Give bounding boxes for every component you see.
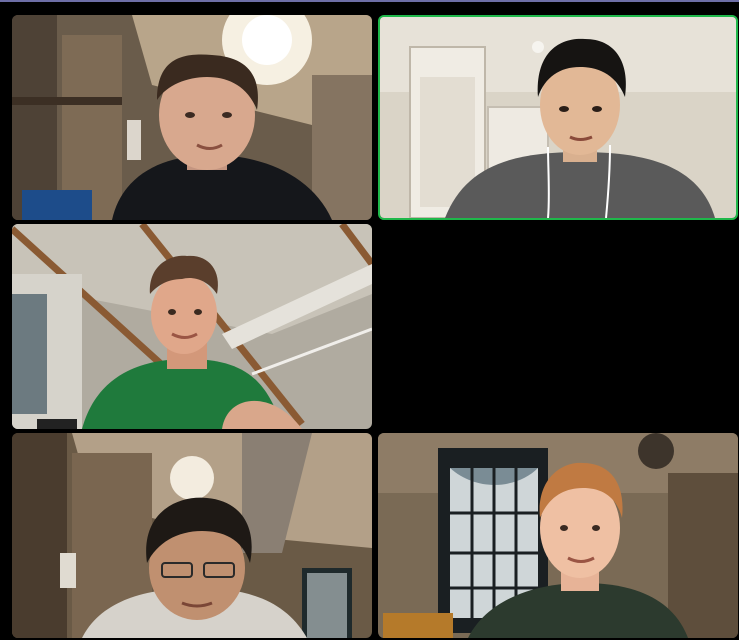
- video-gallery-window: [0, 0, 739, 640]
- empty-gallery-slot: [378, 224, 738, 429]
- participant-video-tile[interactable]: [12, 224, 372, 429]
- participant-video-tile[interactable]: [12, 15, 372, 220]
- participant-video-feed: [12, 15, 372, 220]
- participant-video-feed: [12, 433, 372, 638]
- participant-video-feed: [380, 17, 736, 218]
- participant-video-tile[interactable]: [378, 433, 738, 638]
- participant-video-tile-active-speaker[interactable]: [378, 15, 738, 220]
- participant-video-feed: [12, 224, 372, 429]
- participant-video-tile[interactable]: [12, 433, 372, 638]
- participant-video-feed: [378, 433, 738, 638]
